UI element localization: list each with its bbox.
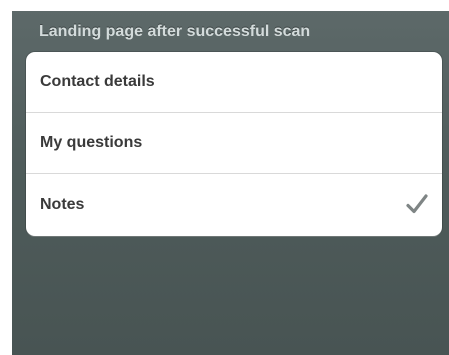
- option-label: My questions: [40, 134, 143, 151]
- option-label: Notes: [40, 196, 85, 213]
- section-header: Landing page after successful scan: [39, 23, 311, 40]
- checkmark-icon: [406, 194, 428, 214]
- settings-screen: Landing page after successful scan Conta…: [12, 11, 449, 355]
- option-label: Contact details: [40, 73, 155, 90]
- option-contact-details[interactable]: Contact details: [26, 52, 442, 113]
- option-notes[interactable]: Notes: [26, 174, 442, 236]
- landing-page-options-list: Contact details My questions Notes: [26, 52, 442, 236]
- option-my-questions[interactable]: My questions: [26, 113, 442, 174]
